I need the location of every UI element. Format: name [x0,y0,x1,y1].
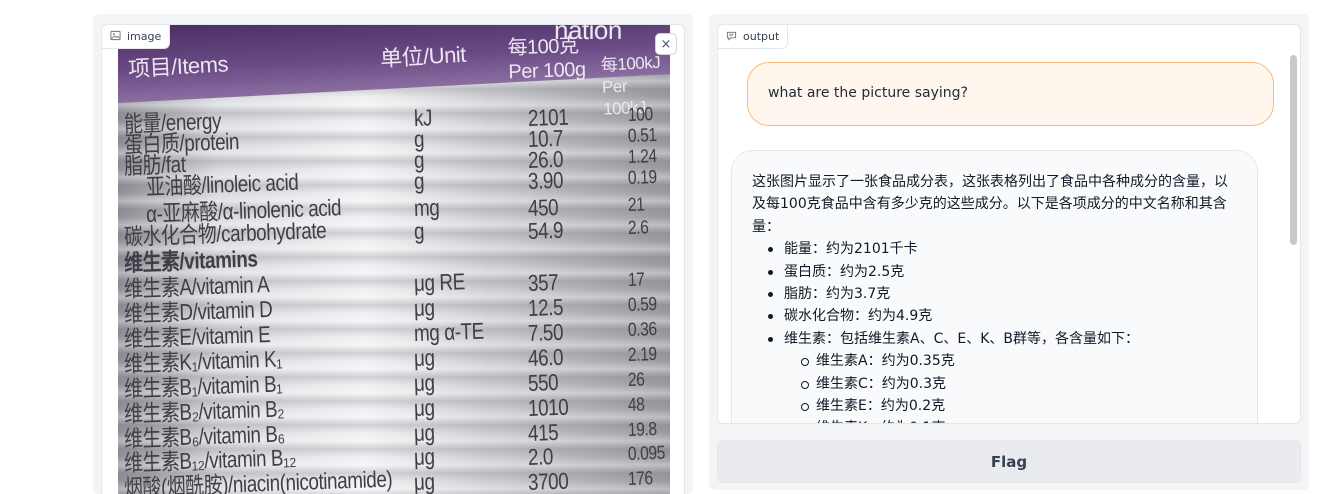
row-unit: μg RE [413,268,466,296]
bot-intro: 这张图片显示了一张食品成分表，这张表格列出了食品中各种成分的含量，以及每100克… [752,174,1228,235]
row-per100kj: 0.36 [627,319,658,341]
header-unit: 单位/Unit [379,41,467,72]
bot-message: 这张图片显示了一张食品成分表，这张表格列出了食品中各种成分的含量，以及每100克… [731,150,1258,423]
image-block: image × 项目/Items 单位/Unit 每100克 Per 100g … [101,24,685,494]
row-per100kj: 26 [627,369,645,391]
row-per100kj: 17 [627,269,645,291]
row-unit: μg [413,468,435,494]
close-icon[interactable]: × [655,33,677,55]
row-per100g: 357 [527,268,559,296]
bot-list-item: 蛋白质：约为2.5克 [752,261,1237,283]
row-per100g: 2.0 [527,443,554,470]
row-per100g: 3700 [527,467,569,494]
user-message: what are the picture saying? [747,62,1274,126]
bot-sublist-item: 维生素E：约为0.2克 [752,395,1237,417]
header-title-fragment: nation [554,25,622,45]
row-per100kj: 100 [627,104,654,126]
bot-sublist-item: 维生素C：约为0.3克 [752,373,1237,395]
row-per100kj: 2.6 [627,217,649,239]
nutrition-label-photo: 项目/Items 单位/Unit 每100克 Per 100g 每100kJ P… [118,25,670,494]
row-per100kj: 0.19 [627,167,658,189]
bot-list-item: 维生素：包括维生素A、C、E、K、B群等，各含量如下： [752,328,1237,350]
row-per100kj: 1.24 [627,146,658,168]
flag-button[interactable]: Flag [717,440,1301,483]
bot-list-item: 能量：约为2101千卡 [752,238,1237,260]
row-per100g: 12.5 [527,293,564,321]
row-per100kj: 19.8 [627,419,658,441]
row-per100kj: 176 [627,468,654,490]
output-block: output what are the picture saying? 这张图片… [717,24,1301,424]
bot-list-item: 碳水化合物：约为4.9克 [752,305,1237,327]
row-per100g: 7.50 [527,318,564,346]
image-label-text: image [127,30,162,43]
row-unit: mg α-TE [413,317,485,346]
row-unit: μg [413,344,435,371]
image-block-label: image [102,25,171,49]
bot-sublist-item: 维生素A：约为0.35克 [752,350,1237,372]
row-per100g: 1010 [527,393,569,421]
row-per100g: 550 [527,368,559,396]
output-block-label: output [718,25,789,49]
row-per100kj: 2.19 [627,344,658,366]
row-unit: g [413,167,425,194]
row-per100g: 3.90 [527,166,564,194]
row-unit: μg [413,394,435,421]
image-icon [110,30,121,44]
output-scrollbar[interactable] [1290,55,1297,245]
row-unit: μg [413,443,435,470]
row-unit: g [413,217,425,244]
row-per100kj: 21 [627,194,645,216]
row-unit: μg [413,369,435,396]
bot-sublist-item: 维生素K：约为0.1克 [752,417,1237,423]
row-per100g: 46.0 [527,343,564,371]
chat-icon [726,30,737,44]
row-per100kj: 0.59 [627,294,658,316]
bot-list: 能量：约为2101千卡 蛋白质：约为2.5克 脂肪：约为3.7克 碳水化合物：约为4.… [752,238,1237,423]
header-items: 项目/Items [127,51,229,82]
output-label-text: output [743,30,780,43]
row-per100g: 54.9 [527,216,564,244]
row-unit: μg [413,294,435,321]
row-per100kj: 48 [627,394,645,416]
row-per100kj: 0.095 [627,442,666,465]
row-per100kj: 0.51 [627,125,658,147]
bot-list-item: 脂肪：约为3.7克 [752,283,1237,305]
